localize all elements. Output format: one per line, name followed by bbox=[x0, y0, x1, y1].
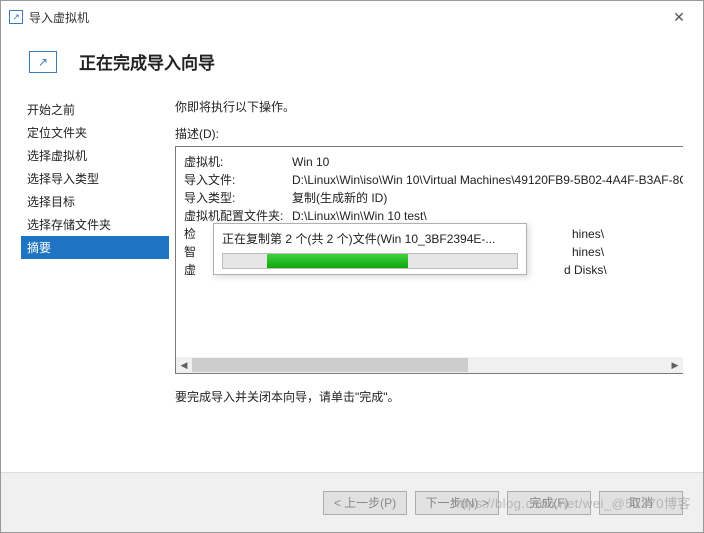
wizard-steps-sidebar: 开始之前 定位文件夹 选择虚拟机 选择导入类型 选择目标 选择存储文件夹 摘要 bbox=[21, 98, 169, 458]
sidebar-item-summary[interactable]: 摘要 bbox=[21, 236, 169, 259]
sidebar-item-import-type[interactable]: 选择导入类型 bbox=[21, 167, 169, 190]
page-title: 正在完成导入向导 bbox=[79, 49, 215, 74]
intro-text: 你即将执行以下操作。 bbox=[175, 98, 683, 115]
next-button[interactable]: 下一步(N) > bbox=[415, 491, 499, 515]
sidebar-item-target[interactable]: 选择目标 bbox=[21, 190, 169, 213]
scroll-left-icon[interactable]: ◀ bbox=[176, 357, 192, 373]
progress-dialog: 正在复制第 2 个(共 2 个)文件(Win 10_3BF2394E-... bbox=[213, 223, 527, 275]
detail-row: 虚拟机:Win 10 bbox=[184, 153, 675, 171]
app-icon: ↗ bbox=[9, 10, 23, 24]
sidebar-item-storage[interactable]: 选择存储文件夹 bbox=[21, 213, 169, 236]
detail-row: 导入类型:复制(生成新的 ID) bbox=[184, 189, 675, 207]
progress-fill bbox=[267, 254, 408, 268]
prev-button[interactable]: < 上一步(P) bbox=[323, 491, 407, 515]
description-label: 描述(D): bbox=[175, 125, 683, 142]
detail-row: 导入文件:D:\Linux\Win\iso\Win 10\Virtual Mac… bbox=[184, 171, 675, 189]
close-icon: ✕ bbox=[673, 9, 685, 26]
wizard-icon: ↗ bbox=[29, 51, 57, 73]
finish-hint: 要完成导入并关闭本向导，请单击"完成"。 bbox=[175, 388, 683, 405]
progress-text: 正在复制第 2 个(共 2 个)文件(Win 10_3BF2394E-... bbox=[222, 230, 518, 247]
horizontal-scrollbar[interactable]: ◀ ▶ bbox=[176, 357, 683, 373]
sidebar-item-locate[interactable]: 定位文件夹 bbox=[21, 121, 169, 144]
sidebar-item-start[interactable]: 开始之前 bbox=[21, 98, 169, 121]
progress-bar bbox=[222, 253, 518, 269]
sidebar-item-select-vm[interactable]: 选择虚拟机 bbox=[21, 144, 169, 167]
cancel-button[interactable]: 取消 bbox=[599, 491, 683, 515]
scrollbar-thumb[interactable] bbox=[192, 358, 468, 372]
scroll-right-icon[interactable]: ▶ bbox=[667, 357, 683, 373]
window-title: 导入虚拟机 bbox=[29, 9, 89, 26]
finish-button[interactable]: 完成(F) bbox=[507, 491, 591, 515]
close-button[interactable]: ✕ bbox=[659, 3, 699, 31]
